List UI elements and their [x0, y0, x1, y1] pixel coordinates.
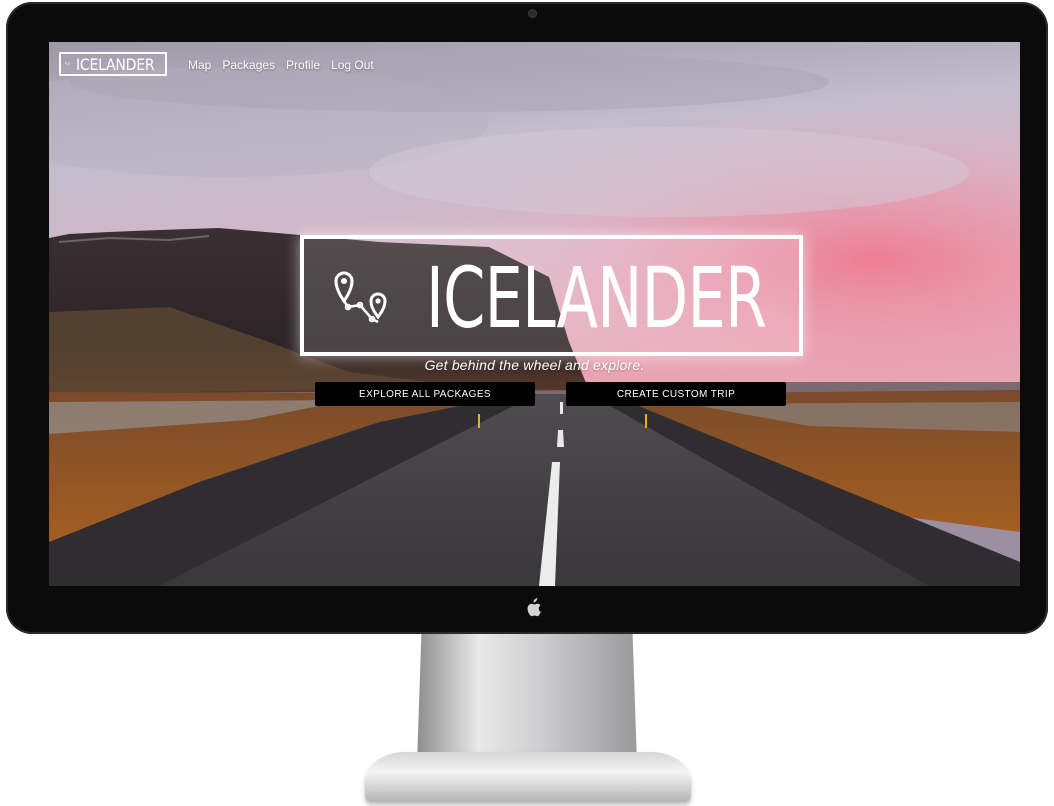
route-pins-icon [65, 62, 70, 66]
navbar-links: Map Packages Profile Log Out [188, 58, 374, 72]
hero-tagline: Get behind the wheel and explore. [424, 357, 645, 373]
monitor-frame: ICELANDER Map Packages Profile Log Out I… [6, 2, 1048, 634]
route-pins-icon [334, 271, 387, 324]
camera-icon [529, 10, 536, 17]
navbar-logo[interactable]: ICELANDER [59, 52, 167, 76]
monitor-stand-foot [365, 752, 691, 802]
explore-all-packages-button[interactable]: EXPLORE ALL PACKAGES [315, 382, 535, 406]
nav-link-profile[interactable]: Profile [286, 58, 320, 72]
navbar-logo-text: ICELANDER [75, 54, 155, 74]
browser-screen: ICELANDER Map Packages Profile Log Out I… [49, 42, 1020, 586]
nav-link-map[interactable]: Map [188, 58, 211, 72]
monitor-stand-neck [417, 634, 637, 764]
hero-title: ICELANDER [426, 249, 767, 347]
nav-link-packages[interactable]: Packages [222, 58, 275, 72]
hero-logo-box: ICELANDER [300, 235, 803, 356]
nav-link-log-out[interactable]: Log Out [331, 58, 374, 72]
create-custom-trip-button[interactable]: CREATE CUSTOM TRIP [566, 382, 786, 406]
apple-logo-icon [523, 598, 543, 620]
